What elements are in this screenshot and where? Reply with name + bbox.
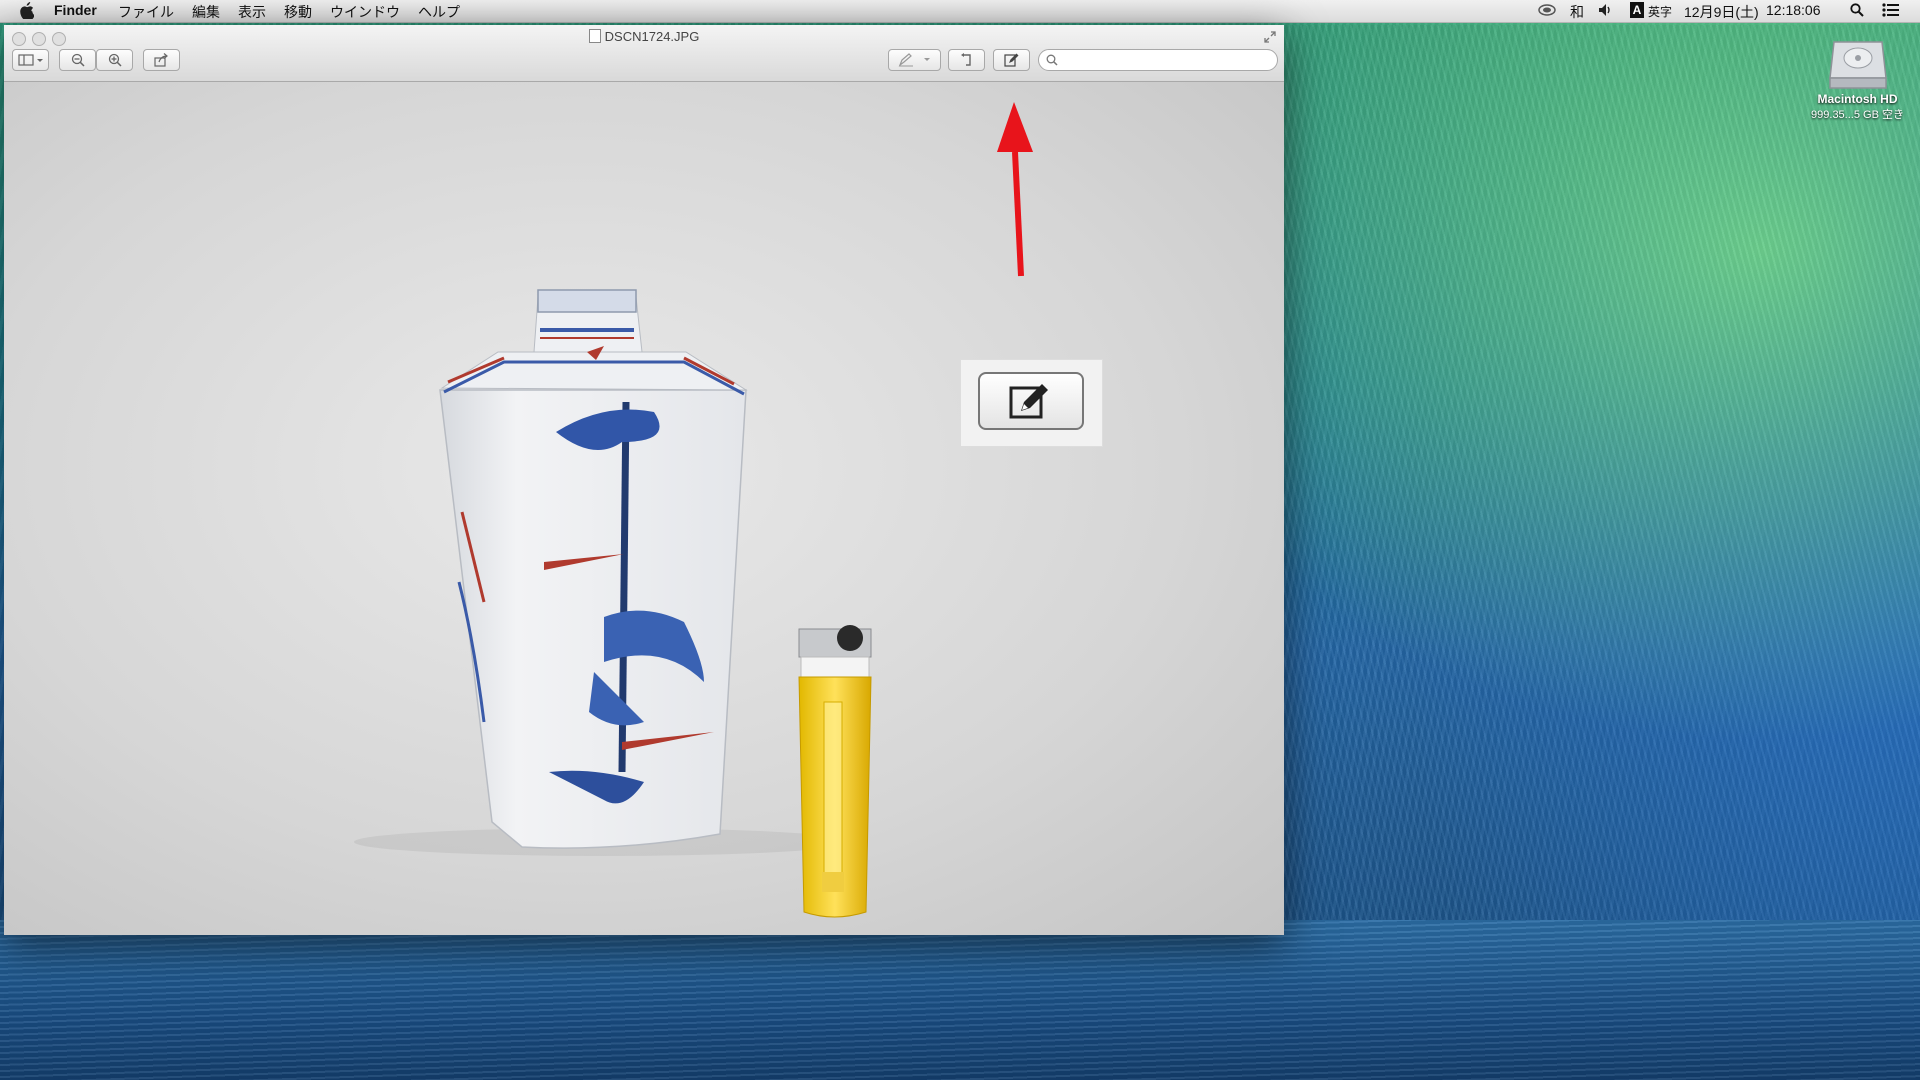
- menu-date[interactable]: 12月9日(土): [1684, 2, 1759, 22]
- menu-bar: Finder ファイル 編集 表示 移動 ウインドウ ヘルプ 和 A 英字 12…: [0, 0, 1920, 23]
- wallpaper-wave: [1280, 25, 1920, 925]
- annotation-callout: [961, 360, 1102, 446]
- edit-toolbar-icon: [1003, 53, 1018, 67]
- input-kana-indicator[interactable]: 和: [1570, 2, 1584, 22]
- menu-help[interactable]: ヘルプ: [418, 2, 460, 22]
- notification-center-icon[interactable]: [1882, 3, 1900, 17]
- sidebar-view-button[interactable]: [12, 49, 49, 71]
- input-mode-letter[interactable]: A: [1630, 2, 1644, 18]
- preview-window: DSCN1724.JPG: [4, 25, 1284, 935]
- hard-drive-free-space: 999.35...5 GB 空き: [1811, 109, 1904, 121]
- share-button[interactable]: [143, 49, 180, 71]
- apple-icon[interactable]: [18, 2, 34, 19]
- search-field[interactable]: [1038, 49, 1278, 71]
- menu-edit[interactable]: 編集: [192, 2, 220, 22]
- zoom-out-icon: [71, 53, 85, 67]
- zoom-in-icon: [108, 53, 122, 67]
- wallpaper-water: [0, 920, 1920, 1080]
- rotate-button[interactable]: [948, 49, 985, 71]
- rotate-icon: [960, 53, 971, 66]
- input-mode-label[interactable]: 英字: [1648, 3, 1672, 20]
- image-canvas[interactable]: [4, 82, 1284, 935]
- menu-clock[interactable]: 12:18:06: [1766, 2, 1821, 18]
- fullscreen-icon[interactable]: [1264, 31, 1276, 43]
- hard-drive-label: Macintosh HD: [1817, 92, 1898, 106]
- window-title-text: DSCN1724.JPG: [604, 29, 700, 44]
- photo: [354, 102, 1033, 918]
- markup-pen-icon: [898, 53, 930, 67]
- search-icon: [1046, 54, 1058, 66]
- menu-window[interactable]: ウインドウ: [330, 2, 400, 22]
- menu-app-name[interactable]: Finder: [54, 2, 97, 18]
- edit-toolbar-callout-button: [978, 372, 1084, 430]
- volume-icon[interactable]: [1598, 3, 1614, 17]
- window-title: DSCN1724.JPG: [4, 29, 1284, 44]
- sidebar-toggle-icon: [17, 54, 43, 66]
- zoom-out-button[interactable]: [59, 49, 96, 71]
- search-input[interactable]: [1061, 52, 1275, 70]
- edit-toolbar-button[interactable]: [993, 49, 1030, 71]
- menu-file[interactable]: ファイル: [118, 2, 174, 22]
- spotlight-icon[interactable]: [1850, 3, 1864, 17]
- share-icon: [153, 53, 168, 67]
- zoom-in-button[interactable]: [96, 49, 133, 71]
- wifi-status-icon[interactable]: [1538, 3, 1556, 17]
- markup-button[interactable]: [888, 49, 941, 71]
- desktop-hard-drive[interactable]: Macintosh HD 999.35...5 GB 空き: [1800, 28, 1915, 122]
- menu-view[interactable]: 表示: [238, 2, 266, 22]
- edit-toolbar-icon-enlarged: [1009, 384, 1048, 419]
- menu-go[interactable]: 移動: [284, 2, 312, 22]
- document-icon: [588, 29, 601, 43]
- window-titlebar[interactable]: DSCN1724.JPG: [4, 25, 1284, 82]
- hard-drive-icon: [1828, 41, 1887, 89]
